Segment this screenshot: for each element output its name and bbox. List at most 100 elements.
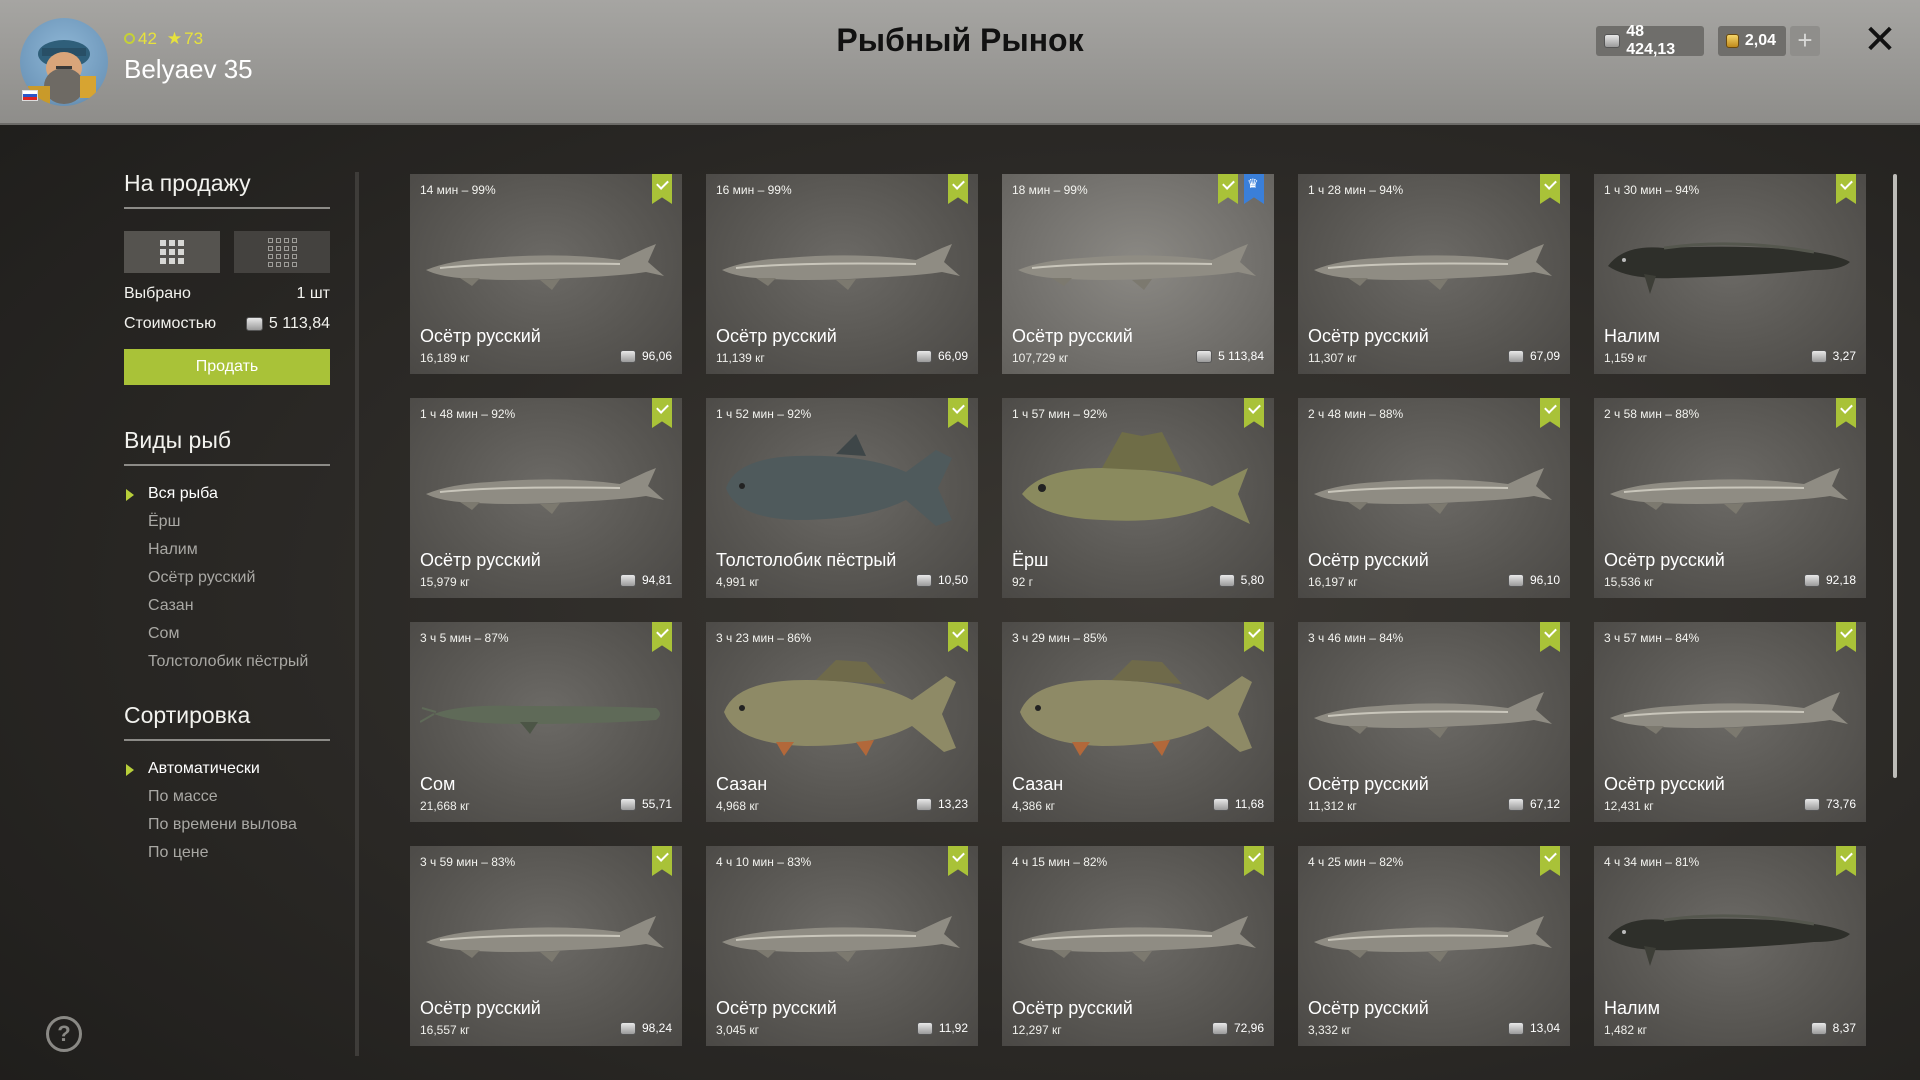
sort-option-item[interactable]: По цене [124, 839, 330, 867]
checkmark-bookmark-icon[interactable] [1836, 398, 1856, 428]
fish-price: 13,23 [915, 797, 968, 811]
fish-weight: 11,139 кг [716, 351, 765, 365]
fish-weight: 12,431 кг [1604, 799, 1654, 813]
fish-price: 94,81 [619, 573, 672, 587]
checkmark-bookmark-icon[interactable] [652, 622, 672, 652]
sort-section-title: Сортировка [124, 702, 330, 741]
total-cost-row: Стоимостью 5 113,84 [124, 315, 330, 332]
silver-coin-icon [245, 317, 263, 331]
sturgeon-image [1308, 204, 1560, 314]
fish-price: 96,06 [619, 349, 672, 363]
sort-option-item[interactable]: Автоматически [124, 755, 330, 783]
fish-price: 66,09 [915, 349, 968, 363]
fish-name: Осётр русский [1308, 326, 1429, 346]
fish-card[interactable]: 3 ч 23 мин – 86% Сазан 4,968 кг 13,23 [706, 622, 978, 822]
fish-weight: 16,197 кг [1308, 575, 1358, 589]
checkmark-bookmark-icon[interactable] [1218, 174, 1238, 204]
fish-name: Осётр русский [1308, 550, 1429, 570]
silver-coin-icon [619, 349, 636, 363]
fish-card[interactable]: 1 ч 57 мин – 92% Ёрш 92 г 5,80 [1002, 398, 1274, 598]
silver-coin-icon [1803, 573, 1820, 587]
species-filter-item[interactable]: Ёрш [124, 508, 330, 536]
checkmark-bookmark-icon[interactable] [1540, 398, 1560, 428]
species-filter-item[interactable]: Осётр русский [124, 564, 330, 592]
fish-card[interactable]: 1 ч 52 мин – 92% Толстолобик пёстрый 4,991… [706, 398, 978, 598]
fish-weight: 16,189 кг [420, 351, 470, 365]
checkmark-bookmark-icon[interactable] [652, 846, 672, 876]
add-currency-button[interactable]: + [1790, 26, 1820, 56]
checkmark-bookmark-icon[interactable] [948, 622, 968, 652]
sturgeon-image [716, 876, 968, 986]
fish-card[interactable]: 1 ч 28 мин – 94% Осётр русский 11,307 кг 67… [1298, 174, 1570, 374]
ruffe-image [1012, 428, 1264, 538]
large-grid-view-button[interactable] [124, 231, 220, 273]
fish-card[interactable]: 3 ч 29 мин – 85% Сазан 4,386 кг 11,68 [1002, 622, 1274, 822]
checkmark-bookmark-icon[interactable] [652, 174, 672, 204]
carp-big-image [716, 428, 968, 538]
catch-time: 3 ч 57 мин – 84% [1604, 631, 1700, 645]
sturgeon-image [1604, 652, 1856, 762]
species-filter-item[interactable]: Толстолобик пёстрый [124, 648, 330, 676]
catch-time: 4 ч 34 мин – 81% [1604, 855, 1700, 869]
fish-card[interactable]: 4 ч 25 мин – 82% Осётр русский 3,332 кг 13,… [1298, 846, 1570, 1046]
fish-price: 5,80 [1218, 573, 1264, 587]
fish-card[interactable]: 3 ч 5 мин – 87% Сом 21,668 кг 55,71 [410, 622, 682, 822]
fish-card[interactable]: 4 ч 10 мин – 83% Осётр русский 3,045 кг 11,… [706, 846, 978, 1046]
catch-time: 1 ч 48 мин – 92% [420, 407, 516, 421]
fish-card[interactable]: 4 ч 34 мин – 81% Налим 1,482 кг 8,37 [1594, 846, 1866, 1046]
fish-weight: 3,332 кг [1308, 1023, 1351, 1037]
species-filter-item[interactable]: Сом [124, 620, 330, 648]
small-grid-view-button[interactable] [234, 231, 330, 273]
help-button[interactable]: ? [46, 1016, 82, 1052]
sort-options-list: Автоматически По массе По времени вылова По… [124, 755, 330, 867]
fish-card[interactable]: 3 ч 46 мин – 84% Осётр русский 11,312 кг 67… [1298, 622, 1570, 822]
fish-card[interactable]: 2 ч 58 мин – 88% Осётр русский 15,536 кг 92… [1594, 398, 1866, 598]
fish-price: 67,09 [1507, 349, 1560, 363]
checkmark-bookmark-icon[interactable] [652, 398, 672, 428]
checkmark-bookmark-icon[interactable] [948, 846, 968, 876]
fish-card[interactable]: 2 ч 48 мин – 88% Осётр русский 16,197 кг 96… [1298, 398, 1570, 598]
fish-card[interactable]: 18 мин – 99% Осётр русский 107,729 кг 5 113… [1002, 174, 1274, 374]
checkmark-bookmark-icon[interactable] [1244, 622, 1264, 652]
silver-coin-icon [1507, 797, 1524, 811]
fish-name: Сазан [1012, 774, 1064, 794]
catch-time: 2 ч 58 мин – 88% [1604, 407, 1700, 421]
species-filter-item[interactable]: Налим [124, 536, 330, 564]
species-filter-item[interactable]: Сазан [124, 592, 330, 620]
checkmark-bookmark-icon[interactable] [948, 398, 968, 428]
fish-card[interactable]: 14 мин – 99% Осётр русский 16,189 кг 96,06 [410, 174, 682, 374]
checkmark-bookmark-icon[interactable] [1836, 846, 1856, 876]
checkmark-bookmark-icon[interactable] [1540, 846, 1560, 876]
sell-button[interactable]: Продать [124, 349, 330, 385]
silver-coin-icon [916, 1021, 933, 1035]
checkmark-bookmark-icon[interactable] [1244, 398, 1264, 428]
fish-card[interactable]: 4 ч 15 мин – 82% Осётр русский 12,297 кг 72… [1002, 846, 1274, 1046]
fish-card[interactable]: 3 ч 57 мин – 84% Осётр русский 12,431 кг 73… [1594, 622, 1866, 822]
checkmark-bookmark-icon[interactable] [1540, 622, 1560, 652]
catch-time: 1 ч 28 мин – 94% [1308, 183, 1404, 197]
fish-name: Ёрш [1012, 550, 1049, 570]
checkmark-bookmark-icon[interactable] [948, 174, 968, 204]
scrollbar[interactable] [1893, 174, 1897, 778]
carp-image [716, 652, 968, 762]
fish-weight: 11,307 кг [1308, 351, 1357, 365]
sort-option-item[interactable]: По массе [124, 783, 330, 811]
checkmark-bookmark-icon[interactable] [1836, 174, 1856, 204]
species-filter-item[interactable]: Вся рыба [124, 480, 330, 508]
fish-card[interactable]: 1 ч 30 мин – 94% Налим 1,159 кг 3,27 [1594, 174, 1866, 374]
selected-count: 1 шт [296, 285, 330, 302]
sort-option-item[interactable]: По времени вылова [124, 811, 330, 839]
sturgeon-image [1308, 876, 1560, 986]
fish-card[interactable]: 16 мин – 99% Осётр русский 11,139 кг 66,09 [706, 174, 978, 374]
fish-name: Осётр русский [1308, 998, 1429, 1018]
fish-card[interactable]: 3 ч 59 мин – 83% Осётр русский 16,557 кг 98… [410, 846, 682, 1046]
fish-name: Осётр русский [1604, 774, 1725, 794]
checkmark-bookmark-icon[interactable] [1244, 846, 1264, 876]
close-button[interactable]: ✕ [1862, 20, 1898, 60]
silver-coin-icon [1218, 573, 1235, 587]
silver-coin-icon [915, 349, 932, 363]
fish-card[interactable]: 1 ч 48 мин – 92% Осётр русский 15,979 кг 94… [410, 398, 682, 598]
fish-price: 98,24 [619, 1021, 672, 1035]
checkmark-bookmark-icon[interactable] [1540, 174, 1560, 204]
checkmark-bookmark-icon[interactable] [1836, 622, 1856, 652]
